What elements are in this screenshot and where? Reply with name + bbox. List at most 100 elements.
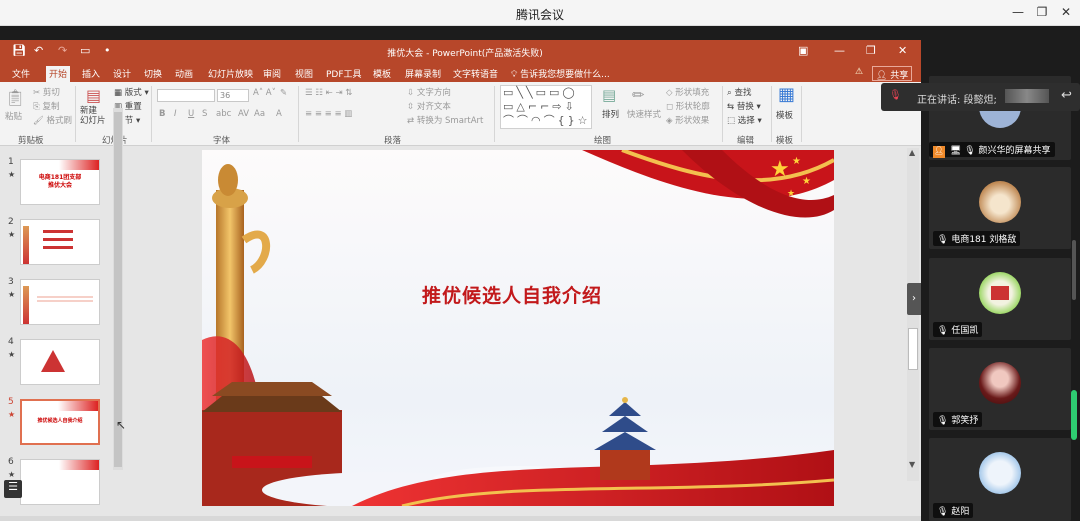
select-button[interactable]: ⬚ 选择 ▾ (727, 114, 762, 126)
thumbnail-slide-4[interactable] (20, 339, 100, 385)
current-slide[interactable]: ★ ★ ★ ★ 推优候选人自我介绍 (202, 150, 834, 506)
layout-button[interactable]: ▦ 版式 ▾ (114, 86, 149, 98)
close-icon[interactable]: ✕ (1058, 5, 1074, 19)
tab-review[interactable]: 审阅 (260, 66, 284, 82)
spacing-button[interactable]: AV (238, 109, 249, 119)
svg-text:★: ★ (792, 156, 801, 167)
ribbon-display-icon[interactable]: ▣ (798, 44, 808, 57)
participant-tile[interactable]: 🎙︎ 电商181 刘格敌 (929, 167, 1071, 249)
customize-icon[interactable]: • (104, 44, 111, 57)
clear-format-icon[interactable]: ✎ (280, 88, 287, 98)
underline-button[interactable]: U (188, 109, 194, 119)
new-slide-button[interactable]: 新建 幻灯片 (80, 106, 106, 126)
arrange-icon[interactable]: ▤ (602, 86, 616, 104)
share-top-gap (0, 26, 921, 40)
shadow-button[interactable]: S (202, 109, 207, 119)
thumb-line (43, 246, 73, 249)
thumbnail-slide-1[interactable]: 电商181团支部 推优大会 (20, 159, 100, 205)
save-icon[interactable]: 💾︎ (12, 44, 26, 57)
thumbnail-slide-6[interactable] (20, 459, 100, 505)
paste-button[interactable]: 粘贴 (5, 110, 22, 122)
tab-transitions[interactable]: 切换 (141, 66, 165, 82)
tab-slideshow[interactable]: 幻灯片放映 (205, 66, 256, 82)
font-name-field[interactable] (157, 89, 215, 102)
tab-text-to-speech[interactable]: 文字转语音 (450, 66, 501, 82)
share-button[interactable]: 👤︎ 共享 (872, 66, 913, 81)
ppt-close-icon[interactable]: ✕ (898, 44, 907, 57)
slide-background-art: ★ ★ ★ ★ (202, 150, 834, 506)
font-grow-icon[interactable]: A˄ A˅ (253, 88, 276, 98)
menu-list-icon[interactable]: ☰ (4, 480, 22, 498)
slideshow-icon[interactable]: ▭ (80, 44, 90, 57)
collapse-arrow-icon[interactable]: ↩ (1061, 88, 1072, 103)
ppt-minimize-icon[interactable]: — (834, 44, 845, 57)
bold-button[interactable]: B (159, 109, 165, 119)
collapse-panel-button[interactable]: › (907, 283, 921, 315)
tab-design[interactable]: 设计 (110, 66, 134, 82)
paste-icon[interactable]: 📋︎ (5, 88, 25, 107)
font-color-button[interactable]: A (276, 109, 282, 119)
ppt-restore-icon[interactable]: ❐ (866, 44, 876, 57)
svg-text:★: ★ (770, 157, 790, 182)
scroll-down-icon[interactable]: ▼ (909, 460, 915, 469)
mic-icon: 🎙︎ (889, 90, 902, 101)
tab-animations[interactable]: 动画 (172, 66, 196, 82)
minimize-icon[interactable]: — (1010, 5, 1026, 19)
shapes-gallery[interactable]: ▭╲╲▭▭◯ ▭△⌐⌐⇨⇩ ⌒⌒◠⌒{}☆ (500, 85, 592, 129)
undo-icon[interactable]: ↶ (34, 44, 43, 57)
layout-label: 版式 (124, 88, 142, 98)
warning-icon[interactable]: ⚠ (852, 66, 866, 82)
bullets-icon[interactable]: ☰ ☷ ⇤ ⇥ ⇅ (305, 88, 352, 98)
thumbnail-scrollbar[interactable] (113, 108, 123, 470)
quick-styles-icon[interactable]: ✏︎ (632, 86, 645, 104)
tab-pdf-tools[interactable]: PDF工具 (323, 66, 365, 82)
slide-title[interactable]: 推优候选人自我介绍 (382, 281, 642, 308)
template-button[interactable]: 模板 (776, 109, 793, 121)
align-text-button[interactable]: ⇳ 对齐文本 (407, 100, 451, 112)
thumbnail-slide-2[interactable] (20, 219, 100, 265)
arrange-button[interactable]: 排列 (602, 108, 619, 120)
new-slide-icon[interactable]: ▤ (86, 86, 101, 105)
smartart-button[interactable]: ⇄ 转换为 SmartArt (407, 114, 483, 126)
slide-scroll-thumb[interactable] (908, 328, 918, 370)
case-button[interactable]: Aa (254, 109, 265, 119)
text-direction-button[interactable]: ⇩ 文字方向 (407, 86, 451, 98)
tab-template[interactable]: 模板 (370, 66, 394, 82)
tab-insert[interactable]: 插入 (79, 66, 103, 82)
tab-view[interactable]: 视图 (292, 66, 316, 82)
tab-home[interactable]: 开始 (46, 66, 71, 82)
shape-effects-button[interactable]: ◈ 形状效果 (666, 114, 709, 126)
speaking-text: 正在讲话: 段懿炟; (917, 95, 997, 106)
format-painter-button[interactable]: 🖌︎ 格式刷 (33, 114, 72, 126)
scroll-up-icon[interactable]: ▲ (909, 148, 915, 157)
quick-styles-button[interactable]: 快速样式 (627, 108, 661, 120)
shape-fill-button[interactable]: ◇ 形状填充 (666, 86, 709, 98)
shape-fill-label: 形状填充 (675, 88, 710, 98)
replace-button[interactable]: ⇆ 替换 ▾ (727, 100, 761, 112)
tab-screen-record[interactable]: 屏幕录制 (402, 66, 444, 82)
tell-me-box[interactable]: 💡︎ 告诉我您想要做什么... (508, 66, 613, 82)
font-size-field[interactable]: 36 (217, 89, 249, 102)
participant-tile[interactable]: 🎙︎ 赵阳 (929, 438, 1071, 521)
italic-button[interactable]: I (174, 109, 177, 119)
thumb-number: 6 (8, 457, 14, 467)
strikethrough-button[interactable]: abc (216, 109, 231, 119)
cut-button[interactable]: ✂ 剪切 (33, 86, 60, 98)
participant-tile[interactable]: 🎙︎ 郭笑抒 (929, 348, 1071, 430)
thumbnail-slide-3[interactable] (20, 279, 100, 325)
restore-icon[interactable]: ❐ (1034, 5, 1050, 19)
align-icons[interactable]: ≡ ≡ ≡ ≡ ▥ (305, 109, 352, 119)
thumbnail-slide-5[interactable]: 推优候选人自我介绍 (20, 399, 100, 445)
divider (494, 86, 495, 142)
copy-button[interactable]: ⎘ 复制 (33, 100, 60, 112)
panel-scrollbar[interactable] (1072, 240, 1076, 300)
thumbnail-scroll-thumb[interactable] (114, 112, 122, 467)
find-button[interactable]: ⌕ 查找 (727, 86, 751, 98)
redo-icon[interactable]: ↷ (58, 44, 67, 57)
tab-file[interactable]: 文件 (9, 66, 33, 82)
participant-tile[interactable]: 🎙︎ 任国凯 (929, 258, 1071, 340)
template-icon[interactable]: ▦ (778, 84, 795, 105)
animation-star-icon: ★ (8, 230, 16, 239)
shape-outline-button[interactable]: ◻ 形状轮廓 (666, 100, 710, 112)
share-label: 共享 (890, 71, 909, 81)
